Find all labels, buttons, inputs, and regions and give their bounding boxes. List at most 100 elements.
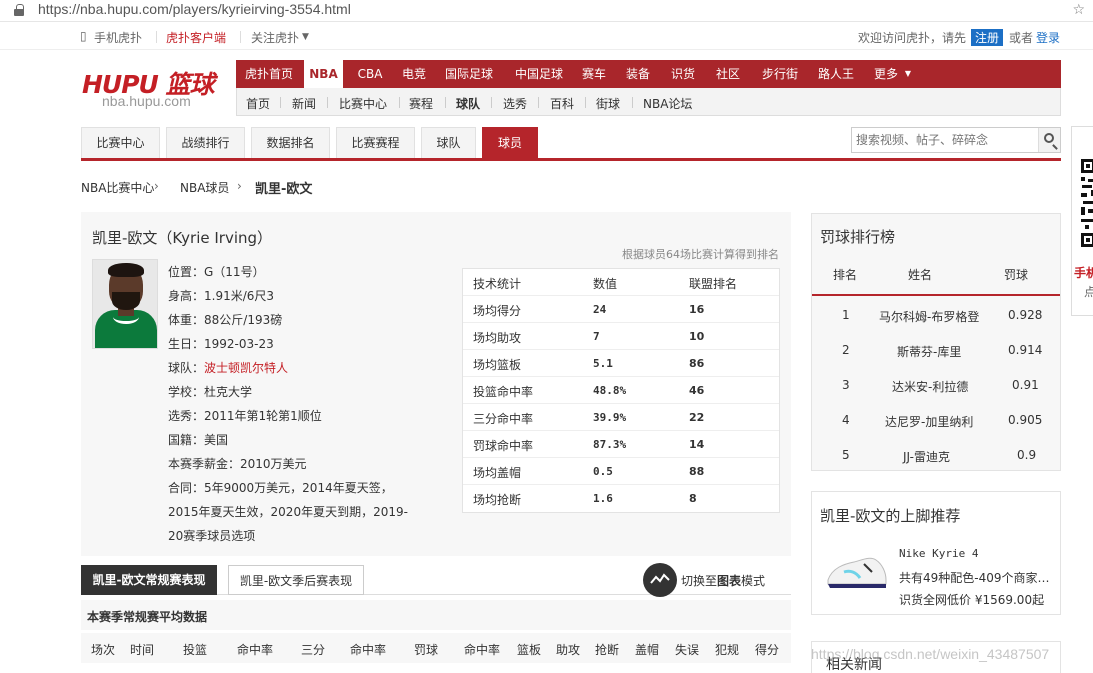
hupu-logo[interactable]: HUPU 篮球 nba.hupu.com bbox=[82, 65, 232, 115]
table-row[interactable]: 2 斯蒂芬-库里 0.914 bbox=[812, 333, 1060, 368]
shoe-price[interactable]: 识货全网低价 ¥1569.00起 bbox=[899, 591, 1044, 608]
season-average-title: 本赛季常规赛平均数据 bbox=[87, 610, 208, 624]
team-link[interactable]: 波士顿凯尔特人 bbox=[204, 361, 288, 375]
divider bbox=[632, 97, 633, 108]
client-link[interactable]: 虎扑客户端 bbox=[166, 29, 226, 46]
search-input[interactable] bbox=[852, 128, 1038, 152]
subnav-streetball[interactable]: 街球 bbox=[596, 95, 620, 112]
tab-standings[interactable]: 战绩排行 bbox=[166, 127, 245, 158]
stats-table: 技术统计 数值 联盟排名 场均得分 24 16 场均助攻 7 10 场均篮板 5.1 86 … bbox=[462, 268, 780, 513]
follow-hupu-link[interactable]: 关注虎扑 bbox=[251, 29, 299, 46]
login-link[interactable]: 登录 bbox=[1036, 29, 1060, 46]
divider bbox=[491, 97, 492, 108]
subnav-nba-forum[interactable]: NBA论坛 bbox=[643, 95, 692, 112]
info-weight: 体重：88公斤/193磅 bbox=[168, 313, 283, 327]
season-average-columns: 场次 时间 投篮 命中率 三分 命中率 罚球 命中率 篮板 助攻 抢断 盖帽 失… bbox=[81, 633, 791, 663]
main-nav: 虎扑首页 NBA CBA 电竞 国际足球 中国足球 赛车 装备 识货 社区 步行… bbox=[236, 60, 1061, 88]
nav-nba[interactable]: NBA bbox=[303, 60, 343, 88]
info-position: 位置：G（11号） bbox=[168, 265, 265, 279]
table-row[interactable]: 4 达尼罗-加里纳利 0.905 bbox=[812, 403, 1060, 438]
divider bbox=[399, 97, 400, 108]
column-header: 命中率 bbox=[237, 643, 274, 657]
column-header: 罚球 bbox=[414, 643, 439, 657]
nav-intl-football[interactable]: 国际足球 bbox=[437, 60, 501, 88]
column-header: 三分 bbox=[301, 643, 326, 657]
tab-players[interactable]: 球员 bbox=[482, 127, 538, 158]
shoe-name[interactable]: Nike Kyrie 4 bbox=[899, 547, 978, 560]
browser-address-bar[interactable]: https://nba.hupu.com/players/kyrieirving… bbox=[0, 0, 1093, 22]
subnav-news[interactable]: 新闻 bbox=[292, 95, 316, 112]
nav-bxj[interactable]: 步行街 bbox=[756, 60, 804, 88]
nav-home[interactable]: 虎扑首页 bbox=[236, 60, 302, 88]
tab-playoffs[interactable]: 凯里-欧文季后赛表现 bbox=[228, 565, 364, 595]
free-throw-ranking: 罚球排行榜 排名 姓名 罚球 1 马尔科姆-布罗格登 0.928 2 斯蒂芬-库里 0.… bbox=[811, 213, 1061, 471]
column-header: 排名 bbox=[833, 268, 858, 282]
sneaker-image[interactable] bbox=[826, 550, 888, 594]
table-row: 场均得分 24 16 bbox=[463, 296, 779, 323]
info-team: 球队：波士顿凯尔特人 bbox=[168, 356, 418, 380]
column-header: 命中率 bbox=[464, 643, 501, 657]
qr-label: 手机 bbox=[1074, 266, 1093, 280]
rank-note: 根据球员64场比赛计算得到排名 bbox=[622, 248, 779, 261]
nav-community[interactable]: 社区 bbox=[710, 60, 746, 88]
nav-lurenwang[interactable]: 路人王 bbox=[812, 60, 860, 88]
register-button[interactable]: 注册 bbox=[971, 29, 1004, 46]
app-qr-panel[interactable]: 手机 点 bbox=[1071, 126, 1093, 316]
column-header: 场次 bbox=[91, 643, 116, 657]
nav-shihuo[interactable]: 识货 bbox=[665, 60, 701, 88]
team-label: 球队： bbox=[168, 361, 205, 375]
divider bbox=[445, 97, 446, 108]
url-text[interactable]: https://nba.hupu.com/players/kyrieirving… bbox=[38, 1, 351, 17]
stats-header-row: 技术统计 数值 联盟排名 bbox=[463, 269, 779, 296]
subnav-match-center[interactable]: 比赛中心 bbox=[339, 95, 387, 112]
breadcrumb-nba-players[interactable]: NBA球员 bbox=[180, 179, 229, 196]
subnav-home[interactable]: 首页 bbox=[246, 95, 270, 112]
nav-gear[interactable]: 装备 bbox=[620, 60, 656, 88]
nav-cba[interactable]: CBA bbox=[347, 60, 393, 88]
table-row[interactable]: 3 达米安-利拉德 0.91 bbox=[812, 368, 1060, 403]
nav-racing[interactable]: 赛车 bbox=[576, 60, 612, 88]
shoe-section-title: 凯里-欧文的上脚推荐 bbox=[820, 507, 961, 525]
column-header: 投篮 bbox=[183, 643, 208, 657]
player-photo bbox=[92, 259, 158, 349]
subnav-wiki[interactable]: 百科 bbox=[550, 95, 574, 112]
divider bbox=[156, 31, 157, 43]
top-utility-bar: ▯ 手机虎扑 虎扑客户端 关注虎扑 ▼ 欢迎访问虎扑，请先 注册 或者 登录 bbox=[0, 24, 1093, 50]
tab-teams[interactable]: 球队 bbox=[421, 127, 476, 158]
nav-esports[interactable]: 电竞 bbox=[394, 60, 434, 88]
nav-cn-football[interactable]: 中国足球 bbox=[507, 60, 571, 88]
search-icon bbox=[1044, 133, 1054, 143]
chart-mode-label: 切换至图表模式 bbox=[681, 574, 766, 588]
qr-code-icon bbox=[1079, 157, 1093, 253]
nav-more[interactable]: 更多 bbox=[868, 60, 904, 88]
welcome-text: 欢迎访问虎扑，请先 bbox=[858, 31, 967, 45]
player-name: 凯里-欧文（Kyrie Irving） bbox=[92, 229, 273, 247]
shoe-description: 共有49种配色-409个商家在售 bbox=[899, 571, 1057, 585]
table-row[interactable]: 5 JJ-雷迪克 0.9 bbox=[812, 438, 1060, 473]
column-header: 盖帽 bbox=[635, 643, 660, 657]
divider bbox=[280, 97, 281, 108]
info-height: 身高：1.91米/6尺3 bbox=[168, 289, 275, 303]
tab-schedule[interactable]: 比赛赛程 bbox=[336, 127, 415, 158]
table-row: 场均盖帽 0.5 88 bbox=[463, 458, 779, 485]
table-row: 罚球命中率 87.3% 14 bbox=[463, 431, 779, 458]
search-button[interactable] bbox=[1038, 128, 1060, 152]
tab-match-center[interactable]: 比赛中心 bbox=[81, 127, 160, 158]
column-header: 命中率 bbox=[350, 643, 387, 657]
qr-sub-label: 点 bbox=[1084, 285, 1093, 299]
subnav-teams[interactable]: 球队 bbox=[456, 95, 480, 112]
table-row[interactable]: 1 马尔科姆-布罗格登 0.928 bbox=[812, 298, 1060, 333]
tab-stat-rankings[interactable]: 数据排名 bbox=[251, 127, 330, 158]
table-row: 场均助攻 7 10 bbox=[463, 323, 779, 350]
lock-icon bbox=[14, 4, 24, 16]
bookmark-star-icon[interactable]: ☆ bbox=[1072, 2, 1085, 18]
breadcrumb-nba-center[interactable]: NBA比赛中心 bbox=[81, 179, 154, 196]
chart-mode-button[interactable]: 切换至图表模式 bbox=[643, 563, 777, 597]
subnav-schedule[interactable]: 赛程 bbox=[409, 95, 433, 112]
divider bbox=[538, 97, 539, 108]
mobile-hupu-link[interactable]: 手机虎扑 bbox=[94, 29, 142, 46]
caret-down-icon: ▼ bbox=[904, 69, 912, 78]
subnav-draft[interactable]: 选秀 bbox=[503, 95, 527, 112]
tab-regular-season[interactable]: 凯里-欧文常规赛表现 bbox=[81, 565, 217, 595]
table-row: 场均抢断 1.6 8 bbox=[473, 492, 697, 507]
